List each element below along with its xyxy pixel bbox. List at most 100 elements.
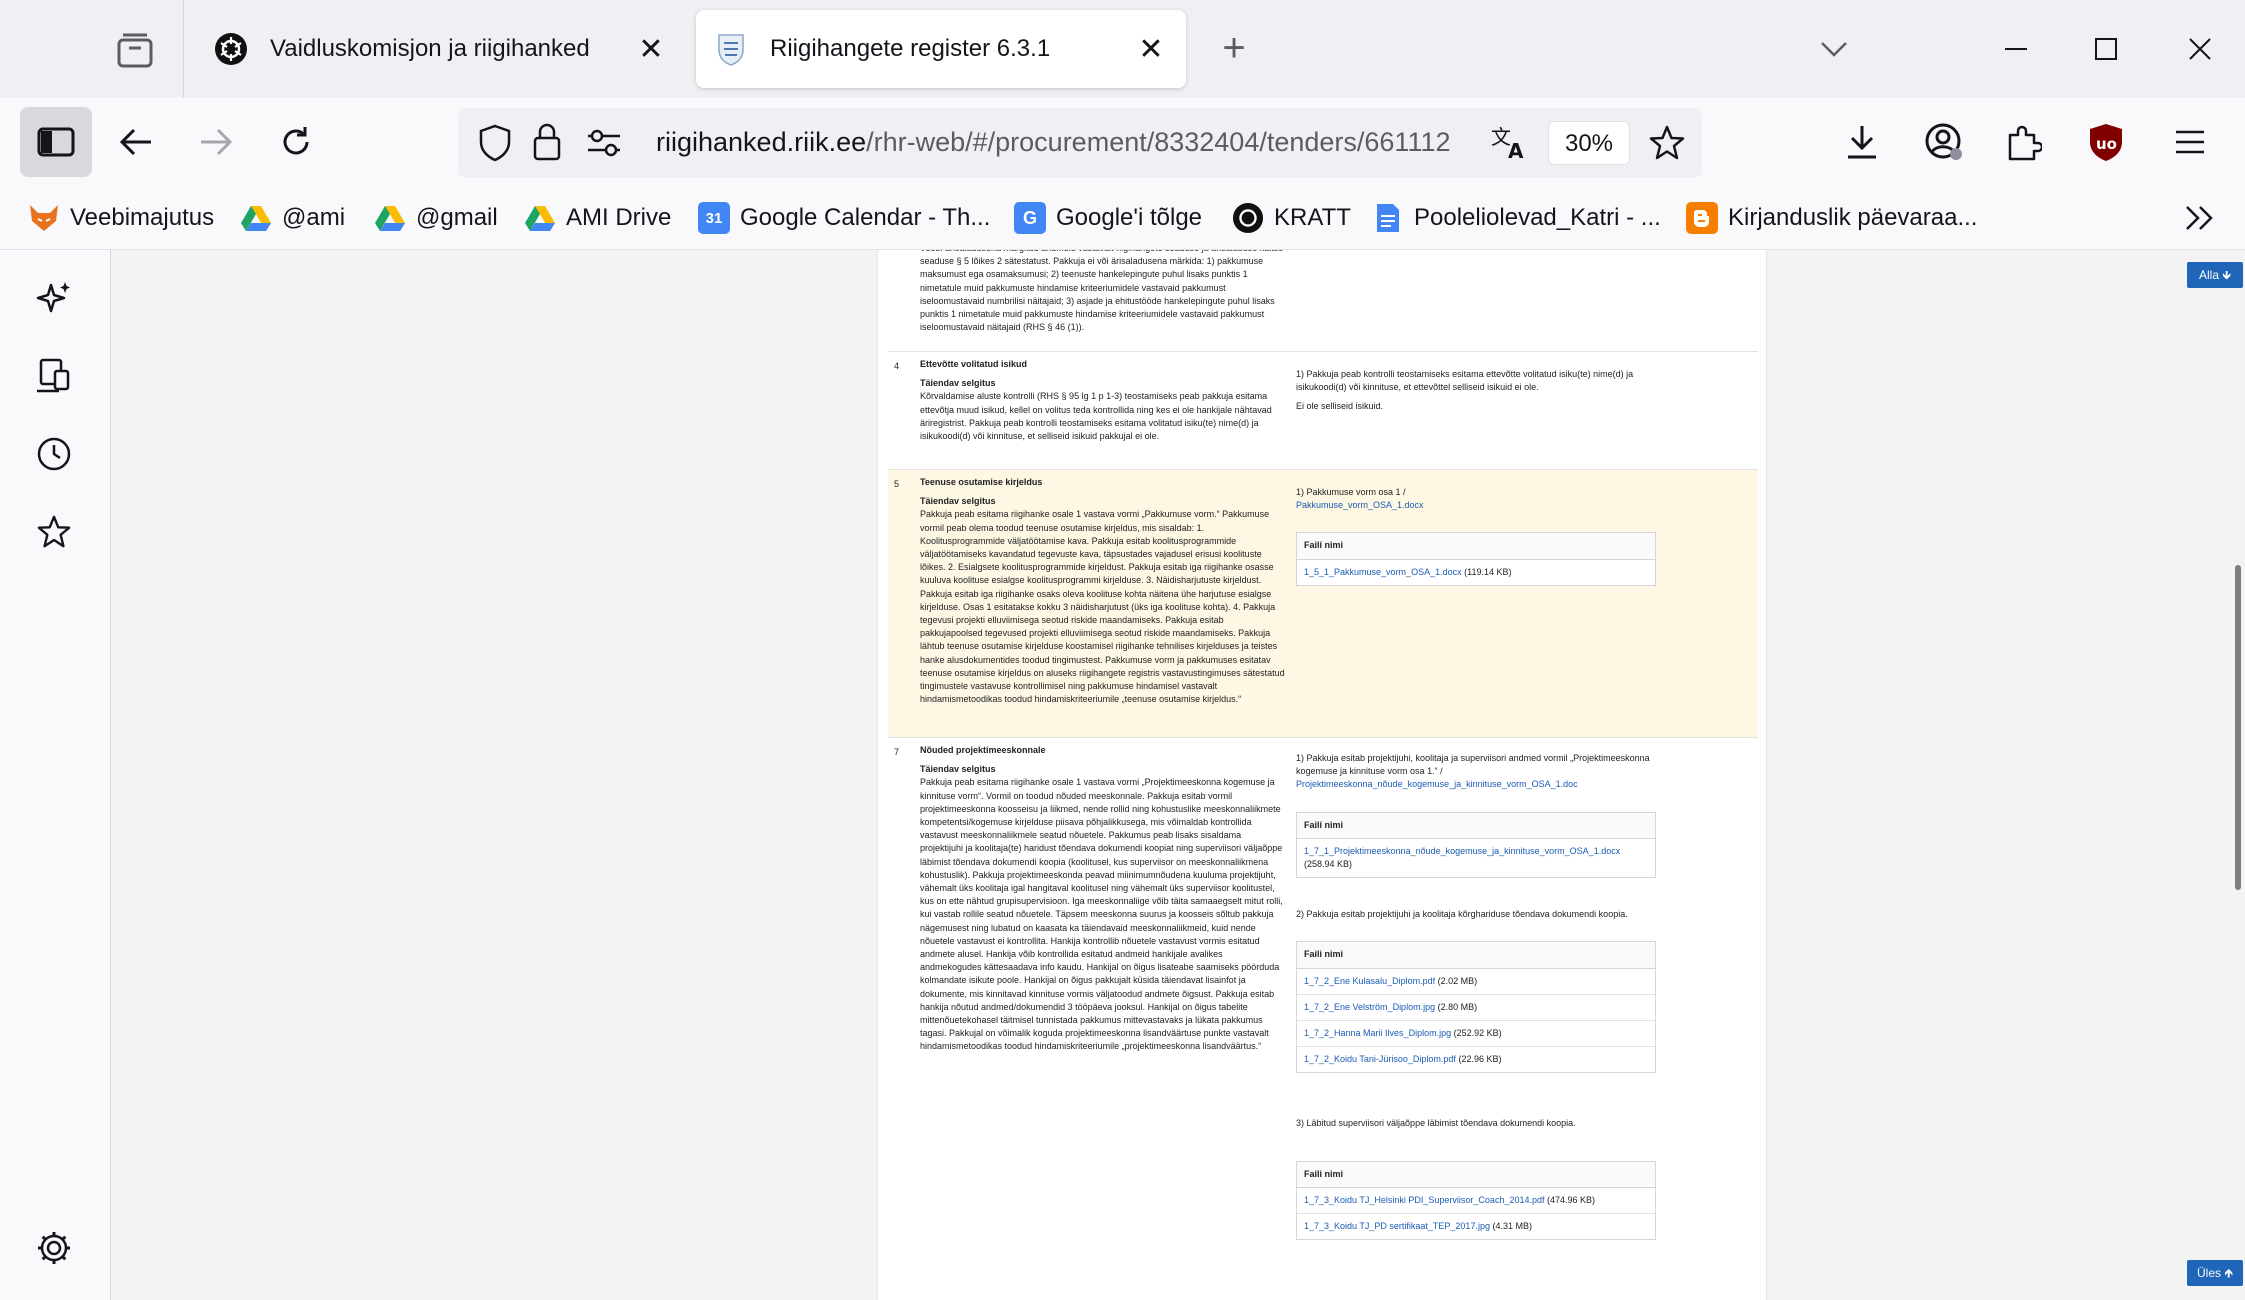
account-icon <box>1925 123 1962 160</box>
file-link[interactable]: 1_7_2_Ene Velström_Diplom.jpg <box>1304 1002 1435 1012</box>
row-description: Veebi ärisaladusena märgitud andmeid vas… <box>920 250 1283 333</box>
ublock-origin-button[interactable]: uo <box>2074 110 2138 174</box>
bookmark-item[interactable]: KRATT <box>1232 198 1351 238</box>
row-subtitle: Täiendav selgitus <box>920 764 996 775</box>
bookmark-label: @gmail <box>416 204 498 231</box>
row-answer: 3) Läbitud superviisori väljaõppe läbimi… <box>1296 1118 1576 1129</box>
scroll-down-button[interactable]: Alla 🡻 <box>2187 262 2243 288</box>
synced-tabs-button[interactable] <box>26 348 82 404</box>
close-tab-icon[interactable]: ✕ <box>634 32 668 66</box>
extensions-button[interactable] <box>1992 110 2056 174</box>
bookmark-item[interactable]: AMI Drive <box>524 198 671 238</box>
row-answer-note: Ei ole selliseid isikuid. <box>1296 401 1384 412</box>
new-tab-button[interactable]: + <box>1210 26 1258 74</box>
bookmark-item[interactable]: G Google'i tõlge <box>1014 198 1202 238</box>
file-link[interactable]: 1_7_2_Ene Kulasalu_Diplom.pdf <box>1304 976 1435 986</box>
bookmark-item[interactable]: Pooleliolevad_Katri - ... <box>1372 198 1661 238</box>
file-row: 1_7_3_Koidu TJ_PD sertifikaat_TEP_2017.j… <box>1297 1214 1655 1239</box>
google-docs-icon <box>1372 202 1404 234</box>
url-host: riigihanked.riik.ee <box>656 127 867 157</box>
star-icon <box>37 515 71 548</box>
ai-chatbot-button[interactable] <box>26 270 82 326</box>
file-link[interactable]: 1_7_3_Koidu TJ_PD sertifikaat_TEP_2017.j… <box>1304 1221 1490 1231</box>
tab-separator <box>183 0 184 98</box>
reload-button[interactable] <box>264 110 328 174</box>
bookmark-item[interactable]: Kirjanduslik päevaraa... <box>1686 198 1977 238</box>
puzzle-icon <box>2008 125 2042 161</box>
file-table: Faili nimi 1_7_3_Koidu TJ_Helsinki PDI_S… <box>1296 1160 1656 1241</box>
list-all-tabs-button[interactable] <box>1804 22 1864 76</box>
hamburger-menu-icon <box>2176 130 2204 154</box>
close-tab-icon[interactable]: ✕ <box>1134 32 1168 66</box>
sparkle-icon <box>36 282 70 313</box>
google-drive-icon <box>374 202 406 234</box>
minimize-button[interactable] <box>1986 22 2046 76</box>
bookmark-star-icon[interactable] <box>1648 124 1686 162</box>
file-table-header: Faili nimi <box>1297 812 1655 839</box>
answer-link[interactable]: Projektimeeskonna_nõude_kogemuse_ja_kinn… <box>1296 778 1660 791</box>
firefox-view-icon <box>117 33 153 68</box>
table-row: Veebi ärisaladusena märgitud andmeid vas… <box>888 250 1758 352</box>
file-table-header: Faili nimi <box>1297 942 1655 969</box>
bookmark-item[interactable]: @gmail <box>374 198 498 238</box>
downloads-button[interactable] <box>1830 110 1894 174</box>
google-drive-icon <box>524 202 556 234</box>
history-button[interactable] <box>26 426 82 482</box>
answer-link[interactable]: Pakkumuse_vorm_OSA_1.docx <box>1296 499 1660 512</box>
bookmarks-toolbar: Veebimajutus @ami @gmail AMI Drive 31 Go… <box>0 186 2245 250</box>
scroll-up-button[interactable]: Üles 🡹 <box>2187 1260 2243 1286</box>
address-bar[interactable]: riigihanked.riik.ee/rhr-web/#/procuremen… <box>458 108 1702 178</box>
back-button[interactable] <box>104 110 168 174</box>
tab-overview-button[interactable] <box>100 20 170 80</box>
row-title: Teenuse osutamise kirjeldus <box>920 477 1043 487</box>
url-text[interactable]: riigihanked.riik.ee/rhr-web/#/procuremen… <box>656 127 1476 158</box>
table-row: 4 Ettevõtte volitatud isikud Täiendav se… <box>888 352 1758 470</box>
chevron-down-icon <box>1821 42 1847 57</box>
row-subtitle: Täiendav selgitus <box>920 378 996 389</box>
site-settings-icon[interactable] <box>586 128 622 158</box>
row-subtitle: Täiendav selgitus <box>920 496 996 507</box>
forward-button[interactable] <box>184 110 248 174</box>
row-description: Pakkuja peab esitama riigihanke osale 1 … <box>920 509 1285 705</box>
file-link[interactable]: 1_5_1_Pakkumuse_vorm_OSA_1.docx <box>1304 567 1462 577</box>
translate-icon[interactable]: 文A <box>1490 122 1530 162</box>
shield-icon[interactable] <box>478 124 512 162</box>
forward-arrow-icon <box>201 128 233 156</box>
file-size: (252.92 KB) <box>1453 1028 1502 1039</box>
bookmark-label: AMI Drive <box>566 204 672 231</box>
close-window-button[interactable] <box>2170 22 2230 76</box>
file-row: 1_5_1_Pakkumuse_vorm_OSA_1.docx (119.14 … <box>1297 560 1655 585</box>
file-link[interactable]: 1_7_2_Hanna Marii Ilves_Diplom.jpg <box>1304 1028 1451 1038</box>
maximize-button[interactable] <box>2076 22 2136 76</box>
download-icon <box>1848 126 1876 159</box>
tab-vaidluskomisjon[interactable]: Vaidluskomisjon ja riigihanked ✕ <box>196 10 686 88</box>
file-row: 1_7_2_Koidu Tani-Jürisoo_Diplom.pdf (22.… <box>1297 1047 1655 1072</box>
tab-riigihangete-register[interactable]: Riigihangete register 6.3.1 ✕ <box>696 10 1186 88</box>
row-description: Pakkuja peab esitama riigihanke osale 1 … <box>920 777 1283 1052</box>
app-menu-button[interactable] <box>2158 110 2222 174</box>
file-link[interactable]: 1_7_1_Projektimeeskonna_nõude_kogemuse_j… <box>1304 846 1620 856</box>
file-size: (2.02 MB) <box>1437 975 1478 986</box>
reload-icon <box>283 127 309 155</box>
bookmark-item[interactable]: Veebimajutus <box>28 198 214 238</box>
scrollbar-thumb[interactable] <box>2235 565 2241 890</box>
bookmark-item[interactable]: @ami <box>240 198 345 238</box>
lock-icon[interactable] <box>532 122 562 162</box>
bookmark-item[interactable]: 31 Google Calendar - Th... <box>698 198 990 238</box>
sidebar-toggle-button[interactable] <box>20 107 92 177</box>
google-drive-icon <box>240 202 272 234</box>
file-size: (22.96 KB) <box>1458 1054 1502 1065</box>
bookmark-label: @ami <box>282 204 346 231</box>
navigation-toolbar: riigihanked.riik.ee/rhr-web/#/procuremen… <box>0 98 2245 186</box>
bookmarks-sidebar-button[interactable] <box>26 504 82 560</box>
url-path: /rhr-web/#/procurement/8332404/tenders/6… <box>866 127 1451 157</box>
file-link[interactable]: 1_7_2_Koidu Tani-Jürisoo_Diplom.pdf <box>1304 1054 1456 1064</box>
bookmark-label: KRATT <box>1274 204 1351 231</box>
more-bookmarks-button[interactable] <box>2184 198 2216 238</box>
customize-sidebar-button[interactable] <box>26 1220 82 1276</box>
file-size: (258.94 KB) <box>1304 859 1353 870</box>
zoom-level-button[interactable]: 30% <box>1548 121 1630 165</box>
fox-icon <box>28 202 60 234</box>
account-button[interactable] <box>1912 110 1976 174</box>
file-link[interactable]: 1_7_3_Koidu TJ_Helsinki PDI_Superviisor_… <box>1304 1195 1545 1205</box>
